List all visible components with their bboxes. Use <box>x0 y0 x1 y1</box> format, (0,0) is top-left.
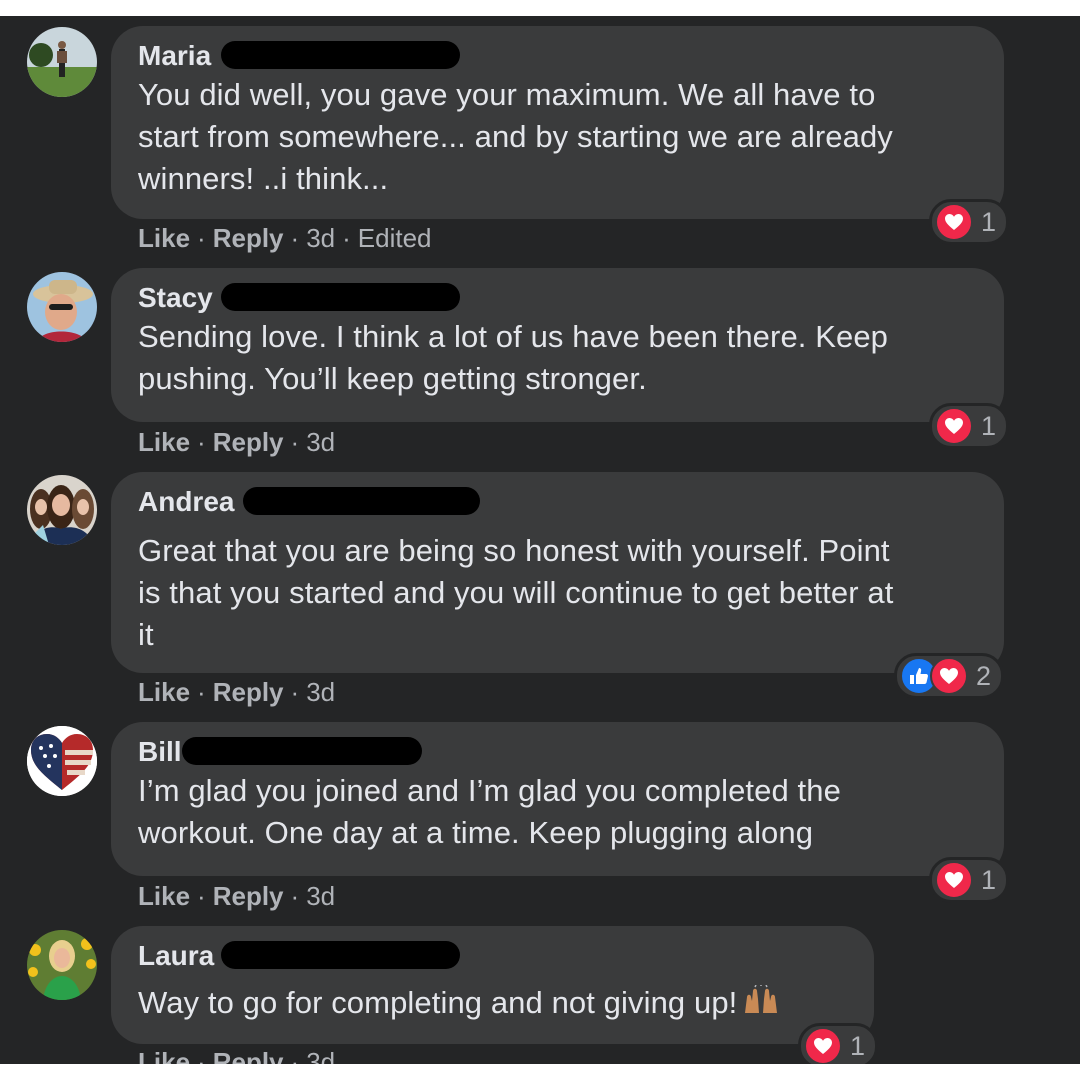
comment-text: Way to go for completing and not giving … <box>138 982 846 1026</box>
timestamp[interactable]: 3d <box>306 223 335 253</box>
redaction-bar <box>221 41 460 69</box>
comment-author[interactable]: Stacy <box>138 280 213 316</box>
reaction-summary[interactable]: 1 <box>798 1023 879 1064</box>
love-icon <box>935 407 973 445</box>
reply-button[interactable]: Reply <box>213 427 284 457</box>
timestamp[interactable]: 3d <box>306 427 335 457</box>
avatar[interactable] <box>27 475 97 545</box>
redaction-bar <box>243 487 480 515</box>
reply-button[interactable]: Reply <box>213 881 284 911</box>
timestamp[interactable]: 3d <box>306 1047 335 1064</box>
avatar[interactable] <box>27 726 97 796</box>
redaction-bar <box>221 283 460 311</box>
avatar[interactable] <box>27 27 97 97</box>
edited-label[interactable]: Edited <box>358 223 432 253</box>
reply-button[interactable]: Reply <box>213 223 284 253</box>
comment-text: You did well, you gave your maximum. We … <box>138 77 893 196</box>
comment-text: Great that you are being so honest with … <box>138 533 894 652</box>
comment-bubble: Stacy Sending love. I think a lot of us … <box>111 268 1004 422</box>
comment-text: Sending love. I think a lot of us have b… <box>138 319 889 396</box>
avatar[interactable] <box>27 930 97 1000</box>
comment-actions: Like · Reply · 3d <box>138 1046 335 1064</box>
like-button[interactable]: Like <box>138 427 190 457</box>
like-button[interactable]: Like <box>138 881 190 911</box>
like-button[interactable]: Like <box>138 1047 190 1064</box>
comment-text: I’m glad you joined and I’m glad you com… <box>138 773 841 850</box>
redaction-bar <box>221 941 460 969</box>
comment-bubble: Andrea Great that you are being so hones… <box>111 472 1004 673</box>
comment-bubble: Bill I’m glad you joined and I’m glad yo… <box>111 722 1004 876</box>
comments-panel: Maria You did well, you gave your maximu… <box>0 16 1080 1064</box>
love-icon <box>935 861 973 899</box>
like-button[interactable]: Like <box>138 223 190 253</box>
comment-author[interactable]: Maria <box>138 38 211 74</box>
comment-bubble: Maria You did well, you gave your maximu… <box>111 26 1004 219</box>
reaction-count: 1 <box>981 206 997 237</box>
reaction-count: 2 <box>976 660 992 691</box>
reaction-count: 1 <box>981 864 997 895</box>
timestamp[interactable]: 3d <box>306 677 335 707</box>
reply-button[interactable]: Reply <box>213 1047 284 1064</box>
reaction-count: 1 <box>850 1030 866 1061</box>
comment-bubble: Laura Way to go for completing and not g… <box>111 926 874 1044</box>
comment-author[interactable]: Bill <box>138 734 182 770</box>
love-icon <box>935 203 973 241</box>
redaction-bar <box>182 737 422 765</box>
reply-button[interactable]: Reply <box>213 677 284 707</box>
comment-author[interactable]: Laura <box>138 938 214 974</box>
reaction-summary[interactable]: 2 <box>894 653 1005 699</box>
timestamp[interactable]: 3d <box>306 881 335 911</box>
comment-actions: Like · Reply · 3d · Edited <box>138 223 432 253</box>
love-icon <box>930 657 968 695</box>
comment-actions: Like · Reply · 3d <box>138 881 336 911</box>
reaction-summary[interactable]: 1 <box>929 403 1010 449</box>
reaction-count: 1 <box>981 410 997 441</box>
comment-actions: Like · Reply · 3d <box>138 427 336 457</box>
like-button[interactable]: Like <box>138 677 190 707</box>
reaction-summary[interactable]: 1 <box>929 199 1010 245</box>
comment-actions: Like · Reply · 3d <box>138 677 336 707</box>
love-icon <box>804 1027 842 1064</box>
comment-author[interactable]: Andrea <box>138 484 234 520</box>
raising-hands-emoji <box>743 983 779 1026</box>
avatar[interactable] <box>27 272 97 342</box>
reaction-summary[interactable]: 1 <box>929 857 1010 903</box>
